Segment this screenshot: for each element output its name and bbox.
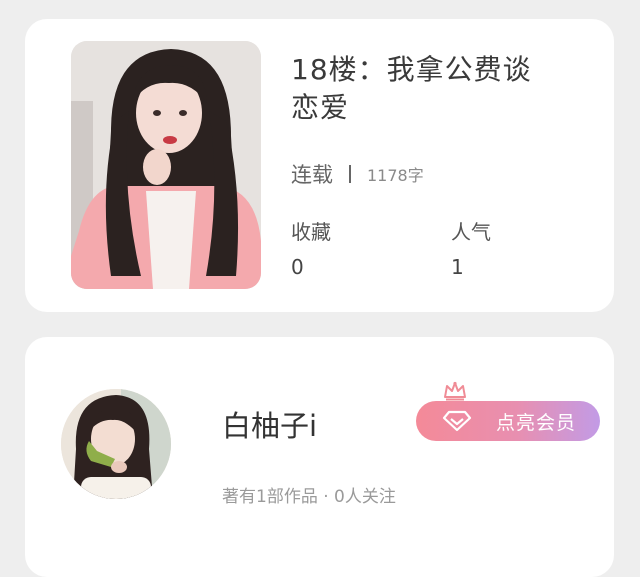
book-title[interactable]: 18楼：我拿公费谈 恋爱 (291, 51, 591, 127)
vip-membership-button[interactable]: 点亮会员 (416, 401, 600, 441)
book-status-row: 连载 1178字 (291, 159, 424, 189)
diamond-icon (442, 410, 472, 432)
book-info-card: 18楼：我拿公费谈 恋爱 连载 1178字 收藏 0 人气 1 (25, 19, 614, 312)
favorites-value: 0 (291, 255, 304, 279)
vip-button-label: 点亮会员 (496, 411, 577, 434)
author-avatar[interactable] (61, 389, 171, 499)
popularity-label: 人气 (451, 220, 491, 244)
book-cover-image[interactable] (71, 41, 261, 289)
author-meta: 著有1部作品 · 0人关注 (222, 487, 396, 507)
popularity-value: 1 (451, 255, 464, 279)
book-title-line-1: 18楼：我拿公费谈 (291, 53, 532, 86)
divider (349, 165, 351, 183)
book-status: 连载 (291, 163, 333, 187)
book-title-line-2: 恋爱 (291, 91, 350, 124)
word-count: 1178字 (367, 166, 424, 185)
author-info-card: 白柚子i 著有1部作品 · 0人关注 点亮会员 (25, 337, 614, 577)
author-name[interactable]: 白柚子i (222, 403, 317, 445)
favorites-label: 收藏 (291, 220, 331, 244)
crown-icon (444, 381, 466, 401)
